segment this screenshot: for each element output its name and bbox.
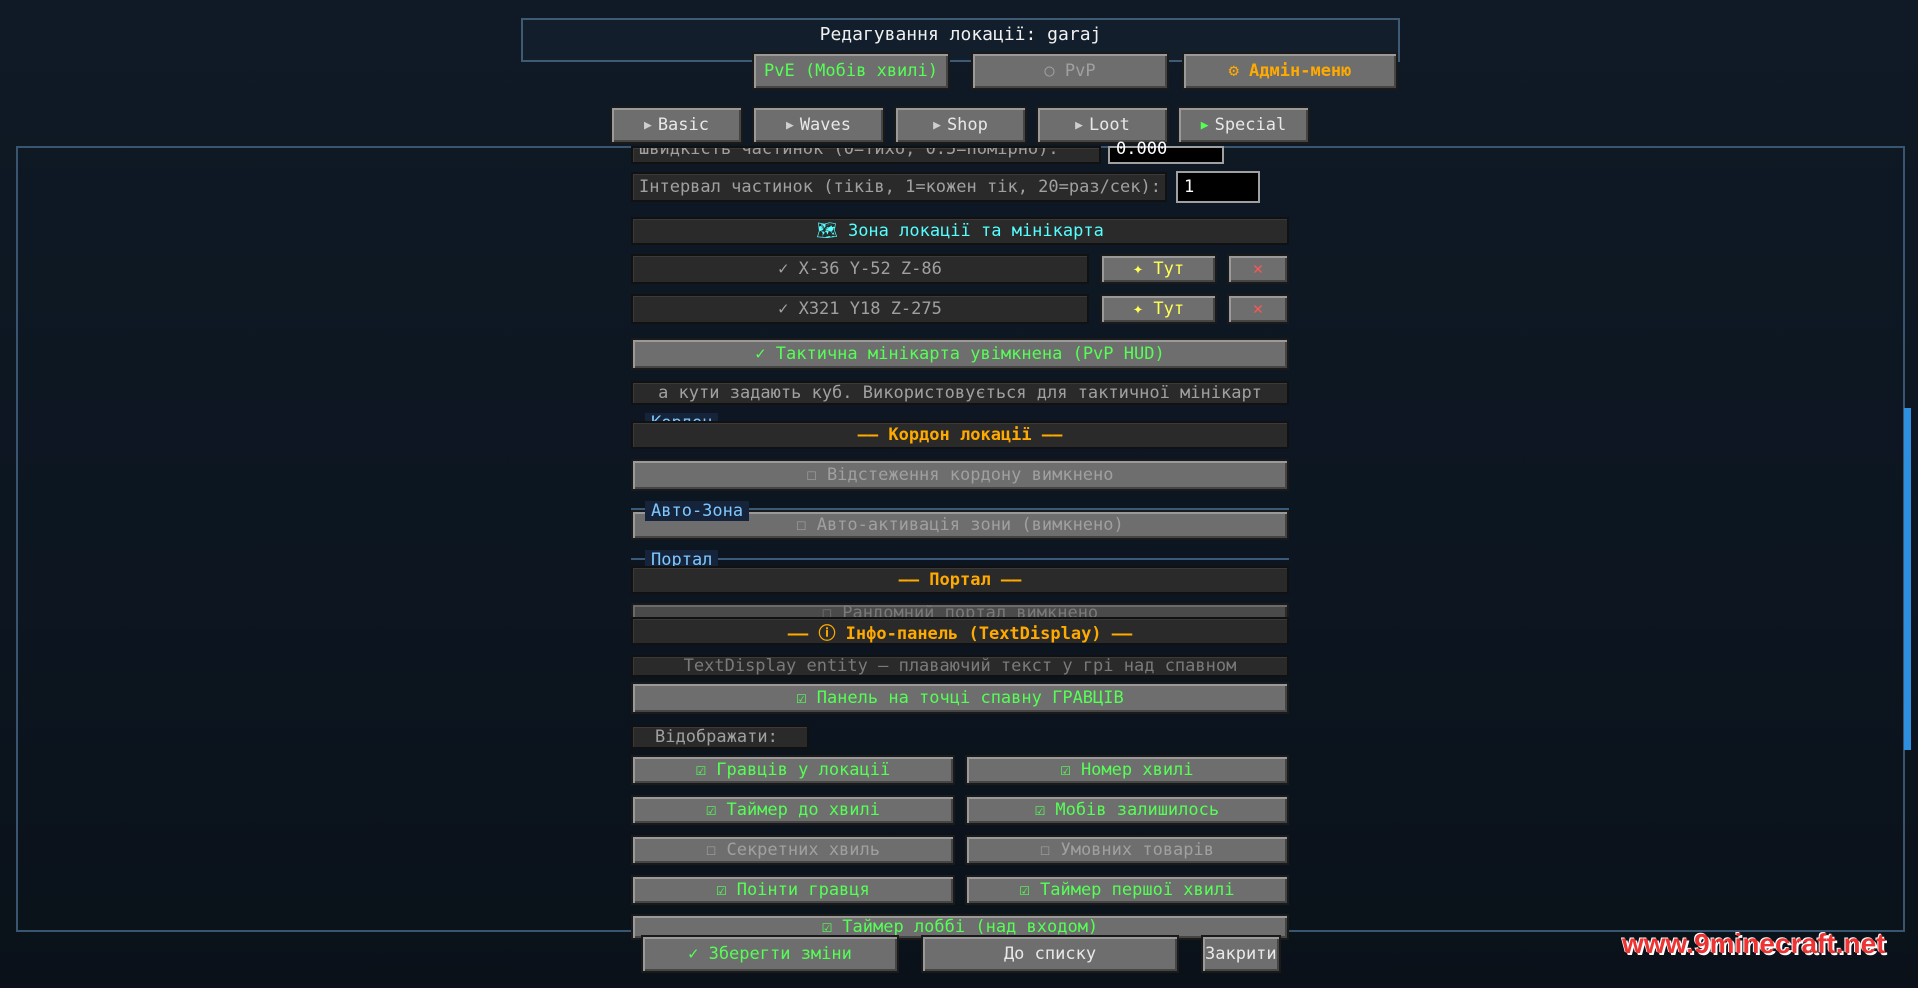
pve-mode-label: PvE (Мобів хвилі) — [764, 61, 938, 81]
tab-special-label: Special — [1214, 115, 1287, 135]
zone-corner-1: ✓ X-36 Y-52 Z-86 — [631, 254, 1089, 284]
spawn-panel-toggle[interactable]: ☑ Панель на точці спавну ГРАВЦІВ — [631, 682, 1289, 714]
option-secret-waves[interactable]: ☐ Секретних хвиль — [631, 835, 955, 865]
tab-basic[interactable]: ▶ Basic — [610, 106, 743, 144]
option-wave-timer[interactable]: ☑ Таймер до хвилі — [631, 795, 955, 825]
admin-menu-label: ⚙ Адмін-меню — [1228, 61, 1352, 81]
tab-waves[interactable]: ▶ Waves — [752, 106, 885, 144]
portal-header: —— Портал —— — [631, 566, 1289, 594]
option-mobs-remaining[interactable]: ☑ Мобів залишилось — [965, 795, 1289, 825]
tab-special[interactable]: ▶ Special — [1177, 106, 1310, 144]
pvp-mode-button[interactable]: ○ PvP — [971, 52, 1169, 90]
set-corner-2-here-button[interactable]: ✦ Тут — [1100, 294, 1217, 324]
close-button[interactable]: Закрити — [1201, 935, 1281, 973]
zone-section-header: 🗺 Зона локації та мінікарта — [631, 217, 1289, 245]
particle-speed-input[interactable]: 0.000 — [1108, 139, 1224, 164]
option-wave-number[interactable]: ☑ Номер хвилі — [965, 755, 1289, 785]
play-icon: ▶ — [643, 117, 652, 133]
info-panel-header: —— ⓘ Інфо-панель (TextDisplay) —— — [631, 617, 1289, 645]
back-to-list-button[interactable]: До списку — [921, 935, 1179, 973]
pvp-mode-label: ○ PvP — [1044, 61, 1096, 81]
particle-interval-label: Інтервал частинок (тіків, 1=кожен тік, 2… — [631, 172, 1167, 202]
admin-menu-button[interactable]: ⚙ Адмін-меню — [1182, 52, 1398, 90]
clear-corner-1-button[interactable]: ✕ — [1227, 254, 1289, 284]
clear-corner-2-button[interactable]: ✕ — [1227, 294, 1289, 324]
zone-hint: а кути задають куб. Використовується для… — [631, 381, 1289, 405]
border-tracking-toggle[interactable]: ☐ Відстеження кордону вимкнено — [631, 459, 1289, 491]
particle-interval-input[interactable]: 1 — [1176, 171, 1260, 203]
option-player-points[interactable]: ☑ Поінти гравця — [631, 875, 955, 905]
tab-shop-label: Shop — [946, 115, 988, 135]
option-players-in-location[interactable]: ☑ Гравців у локації — [631, 755, 955, 785]
close-icon: ✕ — [1252, 259, 1264, 279]
particle-speed-label: Швидкість частинок (0=тихо, 0.5=помірно)… — [631, 146, 1101, 164]
page-title: Редагування локації: garaj — [819, 24, 1102, 45]
pve-mode-button[interactable]: PvE (Мобів хвилі) — [752, 52, 950, 90]
option-first-wave-timer[interactable]: ☑ Таймер першої хвилі — [965, 875, 1289, 905]
play-icon: ▶ — [1075, 117, 1083, 133]
play-icon: ▶ — [933, 117, 941, 133]
play-icon: ▶ — [1200, 117, 1209, 133]
zone-corner-2: ✓ X321 Y18 Z-275 — [631, 294, 1089, 324]
info-panel-hint: TextDisplay entity — плаваючий текст у г… — [631, 655, 1289, 677]
play-icon: ▶ — [785, 117, 794, 133]
close-icon: ✕ — [1252, 299, 1264, 319]
set-corner-1-here-button[interactable]: ✦ Тут — [1100, 254, 1217, 284]
tab-waves-label: Waves — [799, 115, 851, 135]
display-label: Відображати: — [631, 725, 809, 749]
minimap-toggle[interactable]: ✓ Тактична мінікарта увімкнена (PvP HUD) — [631, 338, 1289, 370]
border-header: —— Кордон локації —— — [631, 421, 1289, 449]
auto-zone-section-label: Авто-Зона — [645, 501, 750, 521]
tab-shop[interactable]: ▶ Shop — [894, 106, 1027, 144]
option-conditional-goods[interactable]: ☐ Умовних товарів — [965, 835, 1289, 865]
scrollbar-thumb[interactable] — [1904, 408, 1911, 750]
portal-section-line — [631, 558, 1289, 560]
watermark-logo: www.9minecraft.net — [1622, 928, 1886, 959]
save-button[interactable]: ✓ Зберегти зміни — [641, 935, 899, 973]
tab-basic-label: Basic — [657, 115, 709, 135]
tab-loot-label: Loot — [1088, 115, 1130, 135]
